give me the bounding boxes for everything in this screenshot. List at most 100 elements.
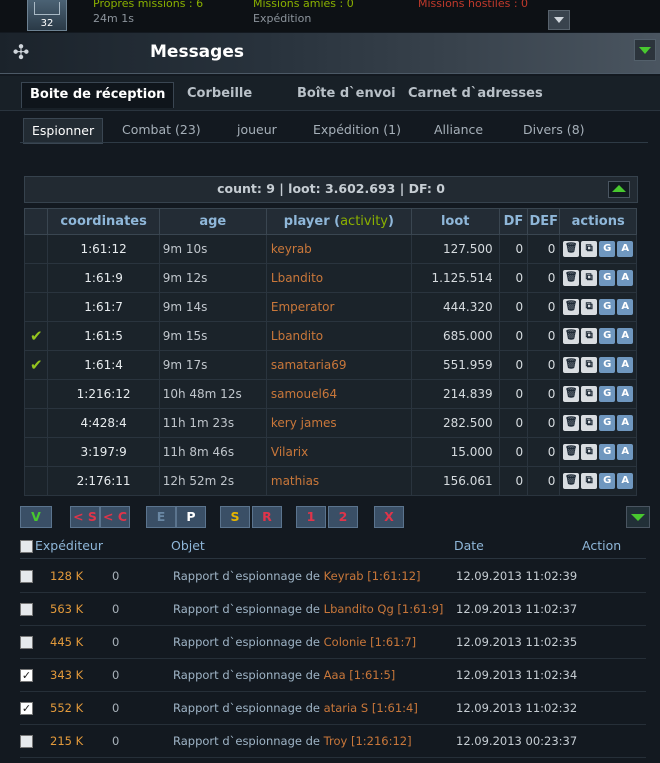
- filter-button-p[interactable]: P: [176, 506, 206, 528]
- header-date[interactable]: Date: [454, 538, 484, 553]
- trash-icon[interactable]: 🗑: [563, 241, 580, 257]
- header-player[interactable]: player (activity): [265, 208, 412, 235]
- subject-target[interactable]: Troy [1:216:12]: [324, 734, 412, 748]
- player-cell[interactable]: Lbandito: [265, 263, 412, 293]
- player-cell[interactable]: kery james: [265, 408, 412, 438]
- header-loot[interactable]: loot: [410, 208, 500, 235]
- filter-button-prev-c[interactable]: < C: [100, 506, 130, 528]
- table-row[interactable]: ✔ 1:61:5 9m 15s Lbandito 685.000 0 0 🗑 ⧉ G A: [23, 321, 637, 351]
- g-action-icon[interactable]: G: [599, 357, 616, 373]
- list-item[interactable]: 552 K 0 Rapport d`espionnage de ataria S […: [20, 691, 646, 725]
- message-subject[interactable]: Rapport d`espionnage de Keyrab [1:61:12]: [173, 569, 421, 583]
- tab-address-book[interactable]: Carnet d`adresses: [400, 82, 551, 107]
- open-report-icon[interactable]: ⧉: [581, 357, 598, 373]
- list-item[interactable]: 128 K 0 Rapport d`espionnage de Keyrab [1:…: [20, 559, 646, 593]
- g-action-icon[interactable]: G: [599, 299, 616, 315]
- message-checkbox[interactable]: [20, 636, 33, 649]
- table-row[interactable]: 2:176:11 12h 52m 2s mathias 156.061 0 0 🗑 ⧉ G A: [23, 466, 637, 496]
- open-report-icon[interactable]: ⧉: [581, 241, 598, 257]
- message-subject[interactable]: Rapport d`espionnage de Troy [1:216:12]: [173, 734, 412, 748]
- coordinates-cell[interactable]: 1:61:9: [47, 263, 160, 293]
- open-report-icon[interactable]: ⧉: [581, 328, 598, 344]
- tab-espionage[interactable]: Espionner: [23, 118, 104, 144]
- tab-outbox[interactable]: Boîte d`envoi: [289, 82, 404, 107]
- player-cell[interactable]: Emperator: [265, 292, 412, 322]
- coordinates-cell[interactable]: 1:61:4: [47, 350, 160, 380]
- table-row[interactable]: 1:61:12 9m 10s keyrab 127.500 0 0 🗑 ⧉ G A: [23, 234, 637, 264]
- message-checkbox[interactable]: [20, 702, 33, 715]
- table-row[interactable]: 3:197:9 11h 8m 46s Vilarix 15.000 0 0 🗑 ⧉ G A: [23, 437, 637, 467]
- a-action-icon[interactable]: A: [617, 299, 634, 315]
- trash-icon[interactable]: 🗑: [563, 270, 580, 286]
- g-action-icon[interactable]: G: [599, 386, 616, 402]
- filter-button-x[interactable]: X: [374, 506, 404, 528]
- coordinates-cell[interactable]: 1:216:12: [47, 379, 160, 409]
- message-checkbox[interactable]: [20, 570, 33, 583]
- table-row[interactable]: 1:61:7 9m 14s Emperator 444.320 0 0 🗑 ⧉ G A: [23, 292, 637, 322]
- filter-button-e[interactable]: E: [146, 506, 176, 528]
- subject-target[interactable]: Aaa [1:61:5]: [324, 668, 396, 682]
- expand-filters-button[interactable]: [626, 506, 650, 528]
- message-checkbox[interactable]: [20, 603, 33, 616]
- tab-player[interactable]: joueur: [229, 118, 285, 142]
- header-df[interactable]: DF: [498, 208, 529, 235]
- message-subject[interactable]: Rapport d`espionnage de Lbandito Qg [1:6…: [173, 602, 443, 616]
- list-item[interactable]: 563 K 0 Rapport d`espionnage de Lbandito Q…: [20, 592, 646, 626]
- coordinates-cell[interactable]: 2:176:11: [47, 466, 160, 496]
- player-cell[interactable]: samouel64: [265, 379, 412, 409]
- message-subject[interactable]: Rapport d`espionnage de ataria S [1:61:4…: [173, 701, 418, 715]
- list-item[interactable]: 445 K 0 Rapport d`espionnage de Colonie [1…: [20, 625, 646, 659]
- g-action-icon[interactable]: G: [599, 241, 616, 257]
- a-action-icon[interactable]: A: [617, 328, 634, 344]
- subject-target[interactable]: Keyrab [1:61:12]: [324, 569, 421, 583]
- open-report-icon[interactable]: ⧉: [581, 270, 598, 286]
- subject-target[interactable]: ataria S [1:61:4]: [324, 701, 418, 715]
- tab-expedition[interactable]: Expédition (1): [305, 118, 409, 142]
- tab-trash[interactable]: Corbeille: [179, 82, 260, 107]
- a-action-icon[interactable]: A: [617, 386, 634, 402]
- tab-combat[interactable]: Combat (23): [114, 118, 209, 142]
- header-subject[interactable]: Objet: [171, 538, 205, 553]
- subject-target[interactable]: Colonie [1:61:7]: [324, 635, 417, 649]
- filter-button-s[interactable]: S: [220, 506, 250, 528]
- coordinates-cell[interactable]: 1:61:12: [47, 234, 160, 264]
- g-action-icon[interactable]: G: [599, 444, 616, 460]
- filter-button-1[interactable]: 1: [296, 506, 326, 528]
- header-sender[interactable]: Expéditeur: [35, 538, 103, 553]
- filter-button-2[interactable]: 2: [328, 506, 358, 528]
- player-cell[interactable]: keyrab: [265, 234, 412, 264]
- coordinates-cell[interactable]: 3:197:9: [47, 437, 160, 467]
- tab-alliance[interactable]: Alliance: [426, 118, 491, 142]
- player-cell[interactable]: samataria69: [265, 350, 412, 380]
- g-action-icon[interactable]: G: [599, 270, 616, 286]
- trash-icon[interactable]: 🗑: [563, 415, 580, 431]
- trash-icon[interactable]: 🗑: [563, 299, 580, 315]
- mission-dropdown-button[interactable]: [548, 10, 570, 30]
- open-report-icon[interactable]: ⧉: [581, 299, 598, 315]
- header-def[interactable]: DEF: [527, 208, 561, 235]
- subject-target[interactable]: Lbandito Qg [1:61:9]: [324, 602, 444, 616]
- trash-icon[interactable]: 🗑: [563, 328, 580, 344]
- coordinates-cell[interactable]: 4:428:4: [47, 408, 160, 438]
- message-checkbox[interactable]: [20, 735, 33, 748]
- message-checkbox[interactable]: [20, 669, 33, 682]
- g-action-icon[interactable]: G: [599, 473, 616, 489]
- a-action-icon[interactable]: A: [617, 270, 634, 286]
- open-report-icon[interactable]: ⧉: [581, 386, 598, 402]
- header-coordinates[interactable]: coordinates: [47, 208, 160, 235]
- list-item[interactable]: 215 K 0 Rapport d`espionnage de Troy [1:21…: [20, 724, 646, 758]
- trash-icon[interactable]: 🗑: [563, 386, 580, 402]
- a-action-icon[interactable]: A: [617, 473, 634, 489]
- g-action-icon[interactable]: G: [599, 415, 616, 431]
- filter-button-r[interactable]: R: [252, 506, 282, 528]
- trash-icon[interactable]: 🗑: [563, 473, 580, 489]
- trash-icon[interactable]: 🗑: [563, 357, 580, 373]
- filter-button-prev-s[interactable]: < S: [70, 506, 100, 528]
- collapse-summary-button[interactable]: [608, 181, 630, 198]
- header-age[interactable]: age: [158, 208, 267, 235]
- table-row[interactable]: ✔ 1:61:4 9m 17s samataria69 551.959 0 0 🗑 ⧉ G A: [23, 350, 637, 380]
- a-action-icon[interactable]: A: [617, 444, 634, 460]
- table-row[interactable]: 1:61:9 9m 12s Lbandito 1.125.514 0 0 🗑 ⧉ G A: [23, 263, 637, 293]
- tab-inbox[interactable]: Boite de réception: [21, 82, 175, 108]
- collapse-header-button[interactable]: [634, 39, 656, 61]
